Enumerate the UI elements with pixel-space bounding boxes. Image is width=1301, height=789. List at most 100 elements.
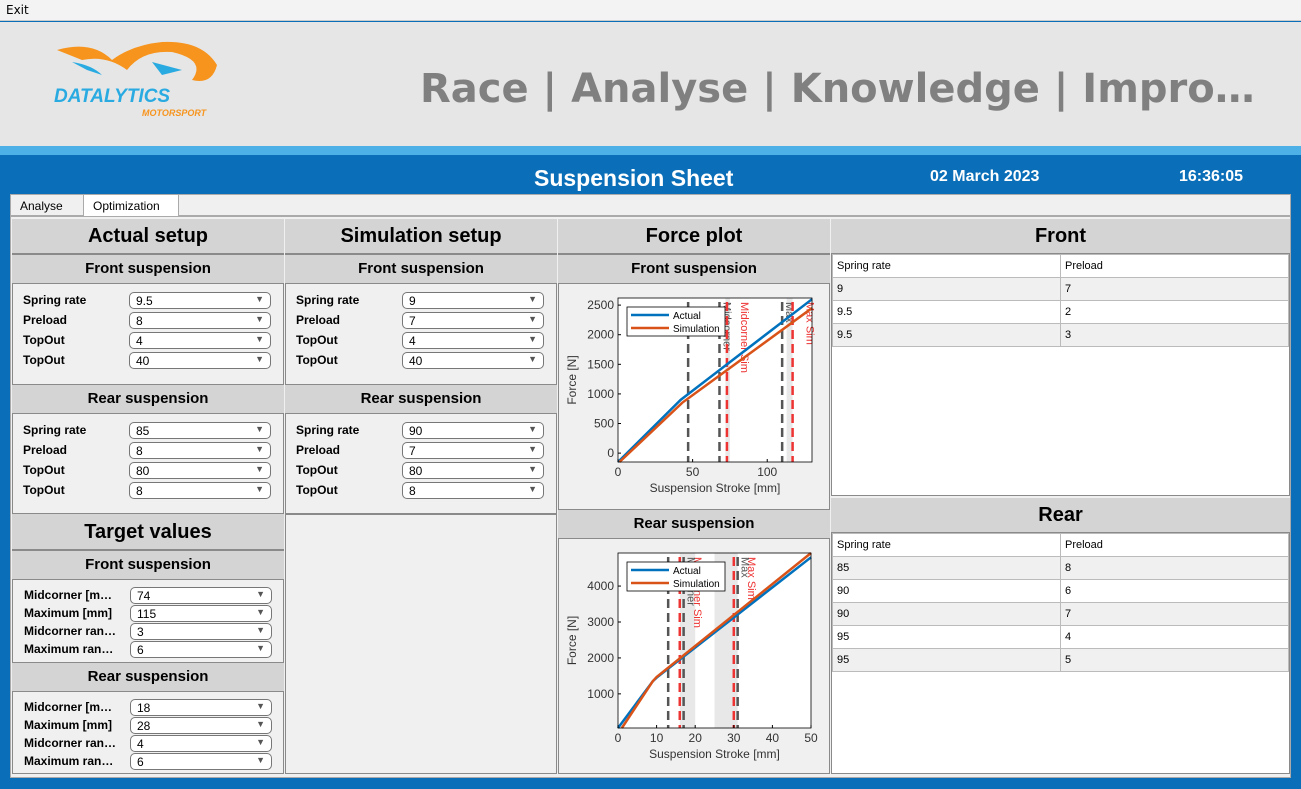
chevron-down-icon: ▼ <box>256 755 265 765</box>
simulation-front-label: TopOut <box>296 353 338 367</box>
target-front-label: Midcorner [m… <box>24 588 113 602</box>
dropdown-value: 9.5 <box>136 294 153 308</box>
table-cell[interactable]: 7 <box>1060 602 1289 626</box>
simulation-rear-dropdown[interactable]: 90 ▼ <box>402 422 544 439</box>
table-row[interactable]: 9.5 3 <box>832 323 1289 347</box>
x-tick-label: 50 <box>804 731 818 745</box>
simulation-front-dropdown[interactable]: 7 ▼ <box>402 312 544 329</box>
table-row[interactable]: 9.5 2 <box>832 300 1289 324</box>
target-front-label: Midcorner ran… <box>24 624 117 638</box>
column-header[interactable]: Preload <box>1060 533 1289 557</box>
table-cell[interactable]: 90 <box>832 602 1061 626</box>
table-cell[interactable]: 9 <box>832 277 1061 301</box>
x-tick-label: 0 <box>615 731 622 745</box>
menu-exit[interactable]: Exit <box>6 3 29 17</box>
table-cell[interactable]: 3 <box>1060 323 1289 347</box>
table-cell[interactable]: 95 <box>832 648 1061 672</box>
target-front-label: Maximum [mm] <box>24 606 113 620</box>
target-rear-label: Midcorner ran… <box>24 736 117 750</box>
table-cell[interactable]: 2 <box>1060 300 1289 324</box>
actual-rear-label: Spring rate <box>23 423 87 437</box>
table-row[interactable]: 95 5 <box>832 648 1289 672</box>
chevron-down-icon: ▼ <box>255 354 264 364</box>
accent-strip <box>0 146 1301 155</box>
actual-rear-dropdown[interactable]: 8 ▼ <box>129 442 271 459</box>
actual-front-dropdown[interactable]: 4 ▼ <box>129 332 271 349</box>
table-cell[interactable]: 95 <box>832 625 1061 649</box>
target-rear-dropdown[interactable]: 4 ▼ <box>130 735 272 752</box>
chevron-down-icon: ▼ <box>255 334 264 344</box>
dropdown-value: 40 <box>409 354 423 368</box>
front_table-title: Front <box>831 219 1290 254</box>
table-cell[interactable]: 7 <box>1060 277 1289 301</box>
chevron-down-icon: ▼ <box>528 464 537 474</box>
dropdown-value: 115 <box>137 607 157 621</box>
simulation-rear-dropdown[interactable]: 8 ▼ <box>402 482 544 499</box>
table-cell[interactable]: 6 <box>1060 579 1289 603</box>
simulation-front-label: TopOut <box>296 333 338 347</box>
column-header[interactable]: Spring rate <box>832 254 1061 278</box>
tab-optimization[interactable]: Optimization <box>83 195 179 217</box>
table-row[interactable]: 97 <box>832 277 1289 301</box>
actual-front-dropdown[interactable]: 8 ▼ <box>129 312 271 329</box>
dropdown-value: 7 <box>409 314 416 328</box>
target-front-dropdown[interactable]: 6 ▼ <box>130 641 272 658</box>
dropdown-value: 7 <box>409 444 416 458</box>
table-row[interactable]: 90 6 <box>832 579 1289 603</box>
table-cell[interactable]: 4 <box>1060 625 1289 649</box>
dropdown-value: 4 <box>136 334 143 348</box>
target-rear-dropdown[interactable]: 6 ▼ <box>130 753 272 770</box>
table-cell[interactable]: 90 <box>832 579 1061 603</box>
x-axis-label: Suspension Stroke [mm] <box>649 747 780 761</box>
table-row[interactable]: 85 8 <box>832 556 1289 580</box>
simulation-rear-dropdown[interactable]: 80 ▼ <box>402 462 544 479</box>
dropdown-value: 28 <box>137 719 151 733</box>
legend-label: Actual <box>673 311 701 322</box>
actual-front-dropdown[interactable]: 40 ▼ <box>129 352 271 369</box>
table-row[interactable]: 90 7 <box>832 602 1289 626</box>
simulation-front-dropdown[interactable]: 9 ▼ <box>402 292 544 309</box>
actual-rear-dropdown[interactable]: 85 ▼ <box>129 422 271 439</box>
target-front-dropdown[interactable]: 74 ▼ <box>130 587 272 604</box>
simulation-front-dropdown[interactable]: 40 ▼ <box>402 352 544 369</box>
table-cell[interactable]: 85 <box>832 556 1061 580</box>
chevron-down-icon: ▼ <box>255 484 264 494</box>
table-cell[interactable]: 5 <box>1060 648 1289 672</box>
chevron-down-icon: ▼ <box>528 334 537 344</box>
target-values-title: Target values <box>12 514 284 550</box>
simulation-rear-label: Spring rate <box>296 423 360 437</box>
target-front-header: Front suspension <box>12 550 284 580</box>
chevron-down-icon: ▼ <box>256 701 265 711</box>
table-cell[interactable]: 8 <box>1060 556 1289 580</box>
simulation-setup-title: Simulation setup <box>285 219 557 254</box>
table-row[interactable]: 95 4 <box>832 625 1289 649</box>
actual-front-dropdown[interactable]: 9.5 ▼ <box>129 292 271 309</box>
actual-rear-label: TopOut <box>23 463 65 477</box>
column-header[interactable]: Preload <box>1060 254 1289 278</box>
table-cell[interactable]: 9.5 <box>832 300 1061 324</box>
tab-bar: Analyse Optimization <box>10 194 1291 217</box>
table-cell[interactable]: 9.5 <box>832 323 1061 347</box>
dropdown-value: 8 <box>136 484 143 498</box>
actual-rear-label: Preload <box>23 443 68 457</box>
tab-analyse[interactable]: Analyse <box>11 195 72 217</box>
simulation-front-dropdown[interactable]: 4 ▼ <box>402 332 544 349</box>
target-front-dropdown[interactable]: 115 ▼ <box>130 605 272 622</box>
chevron-down-icon: ▼ <box>528 484 537 494</box>
y-tick-label: 2500 <box>587 298 614 312</box>
date-label: 02 March 2023 <box>930 168 1040 185</box>
x-tick-label: 30 <box>727 731 741 745</box>
actual-rear-dropdown[interactable]: 8 ▼ <box>129 482 271 499</box>
dropdown-value: 8 <box>136 314 143 328</box>
dropdown-value: 90 <box>409 424 423 438</box>
dropdown-value: 6 <box>137 755 144 769</box>
column-header[interactable]: Spring rate <box>832 533 1061 557</box>
simulation-rear-dropdown[interactable]: 7 ▼ <box>402 442 544 459</box>
actual-rear-header: Rear suspension <box>12 384 284 414</box>
target-rear-dropdown[interactable]: 28 ▼ <box>130 717 272 734</box>
target-rear-dropdown[interactable]: 18 ▼ <box>130 699 272 716</box>
dropdown-value: 8 <box>409 484 416 498</box>
actual-rear-label: TopOut <box>23 483 65 497</box>
target-front-dropdown[interactable]: 3 ▼ <box>130 623 272 640</box>
actual-rear-dropdown[interactable]: 80 ▼ <box>129 462 271 479</box>
